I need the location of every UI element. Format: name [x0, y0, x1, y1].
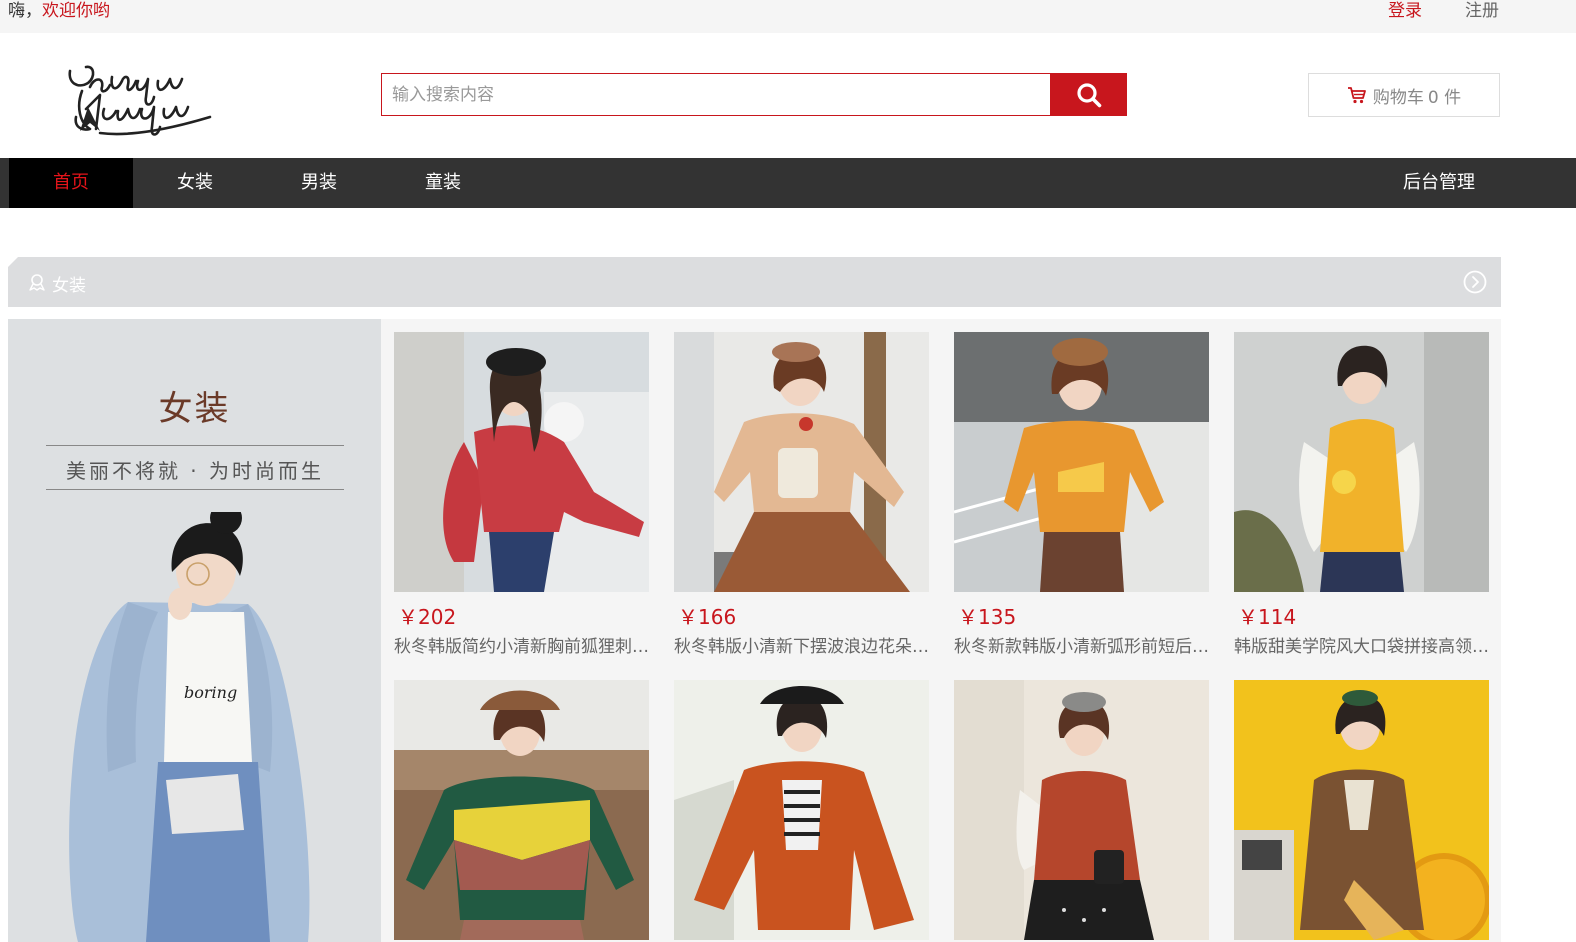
header: 购物车 0 件 [0, 33, 1576, 158]
cart-button[interactable]: 购物车 0 件 [1308, 73, 1500, 117]
badge-icon [28, 273, 46, 295]
product-price: ￥135 [958, 605, 1017, 629]
logo[interactable] [60, 47, 230, 147]
product-price: ￥166 [678, 605, 737, 629]
search-box [381, 73, 1051, 116]
top-bar: 嗨，欢迎你哟 登录 注册 [0, 0, 1576, 33]
logo-image [68, 65, 212, 136]
product-image[interactable] [954, 332, 1209, 592]
banner-divider-top [46, 445, 344, 446]
banner-title: 女装 [158, 389, 231, 429]
section-header: 女装 [8, 257, 1501, 307]
login-link[interactable]: 登录 [1388, 0, 1422, 22]
search-input[interactable] [382, 74, 1042, 115]
category-banner[interactable]: 女装 美丽不将就 · 为时尚而生 boring [8, 319, 381, 942]
product-image[interactable] [674, 332, 929, 592]
product-image[interactable] [954, 680, 1209, 940]
banner-divider-bottom [46, 489, 344, 490]
section-notch [8, 257, 18, 267]
nav-item-men[interactable]: 男装 [257, 158, 381, 208]
cart-count: 0 件 [1427, 87, 1462, 108]
cart-label: 购物车 [1372, 87, 1424, 108]
product-name[interactable]: 秋冬韩版简约小清新胸前狐狸刺绣毛衣 [394, 632, 649, 657]
section-title: 女装 [52, 276, 86, 296]
product-price: ￥114 [1238, 605, 1297, 629]
product-image[interactable] [1234, 680, 1489, 940]
nav-item-admin[interactable]: 后台管理 [1380, 158, 1498, 208]
svg-text:boring: boring [184, 683, 237, 702]
product-image[interactable] [394, 680, 649, 940]
banner-model-image: boring [69, 512, 310, 942]
greeting-highlight: 欢迎你哟 [42, 1, 110, 21]
greeting: 嗨，欢迎你哟 [8, 0, 110, 22]
product-image[interactable] [1234, 332, 1489, 592]
chevron-right-circle-icon[interactable] [1463, 270, 1487, 298]
product-image[interactable] [394, 332, 649, 592]
greeting-prefix: 嗨， [8, 1, 42, 21]
search-icon [1077, 82, 1102, 107]
main-nav: 首页 女装 男装 童装 后台管理 [0, 158, 1576, 208]
cart-icon [1347, 87, 1366, 104]
search-button[interactable] [1051, 73, 1127, 116]
product-name[interactable]: 秋冬新款韩版小清新弧形前短后长毛衣 [954, 632, 1209, 657]
product-name[interactable]: 韩版甜美学院风大口袋拼接高领马甲 [1234, 632, 1489, 657]
product-price: ￥202 [398, 605, 457, 629]
product-section: 女装 美丽不将就 · 为时尚而生 boring ￥202 秋冬韩版简约小清新胸前… [8, 319, 1501, 942]
product-image[interactable] [674, 680, 929, 940]
nav-item-kids[interactable]: 童装 [381, 158, 505, 208]
banner-slogan: 美丽不将就 · 为时尚而生 [65, 459, 325, 483]
nav-item-women[interactable]: 女装 [133, 158, 257, 208]
nav-item-home[interactable]: 首页 [9, 158, 133, 208]
register-link[interactable]: 注册 [1465, 0, 1499, 22]
product-name[interactable]: 秋冬韩版小清新下摆波浪边花朵刺绣毛衣 [674, 632, 929, 657]
